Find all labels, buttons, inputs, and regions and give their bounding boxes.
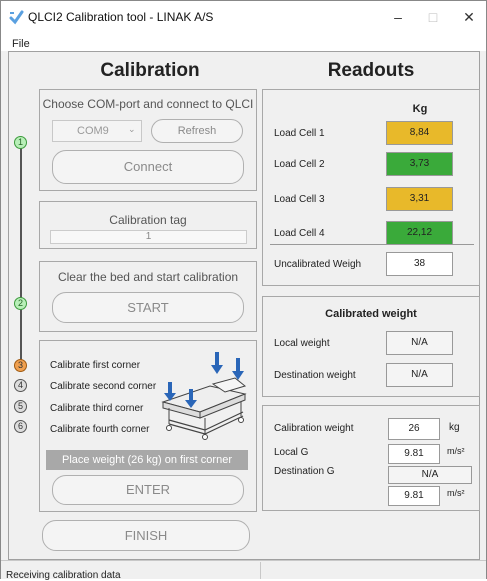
status-text: Receiving calibration data (6, 570, 121, 581)
corner-4-label: Calibrate fourth corner (50, 424, 150, 435)
unit-header: Kg (412, 103, 428, 115)
refresh-button[interactable]: Refresh (151, 119, 243, 143)
load-cell-3-label: Load Cell 3 (274, 194, 325, 205)
finish-button[interactable]: FINISH (42, 520, 250, 551)
step-2-icon: 2 (14, 297, 27, 310)
status-divider (260, 562, 261, 579)
maximize-button[interactable]: □ (422, 6, 444, 28)
readouts-heading: Readouts (327, 60, 415, 81)
minimize-button[interactable]: – (387, 6, 409, 28)
chevron-down-icon: ⌄ (128, 124, 136, 134)
connect-button[interactable]: Connect (52, 150, 244, 184)
step-5-icon: 5 (14, 400, 27, 413)
calibration-weight-input[interactable]: 26 (388, 418, 440, 440)
destination-g-na: N/A (388, 466, 472, 484)
enter-button[interactable]: ENTER (52, 475, 244, 505)
local-g-unit: m/s² (447, 446, 465, 456)
destination-g-label: Destination G (274, 466, 335, 477)
load-cell-1-label: Load Cell 1 (274, 128, 325, 139)
com-port-value: COM9 (77, 125, 109, 137)
start-panel-title: Clear the bed and start calibration (57, 270, 239, 284)
com-port-select[interactable]: COM9 ⌄ (52, 120, 142, 142)
app-icon (9, 10, 24, 25)
local-g-label: Local G (274, 447, 309, 458)
uncalibrated-label: Uncalibrated Weigh (274, 259, 362, 270)
step-4-icon: 4 (14, 379, 27, 392)
load-cell-2-label: Load Cell 2 (274, 159, 325, 170)
load-cell-4-label: Load Cell 4 (274, 228, 325, 239)
destination-g-input[interactable]: 9.81 (388, 486, 440, 506)
destination-weight-label: Destination weight (274, 370, 356, 381)
load-cell-1-value: 8,84 (386, 121, 453, 145)
calibration-weight-label: Calibration weight (274, 423, 354, 434)
tag-input[interactable]: 1 (50, 230, 247, 244)
window-title: QLCI2 Calibration tool - LINAK A/S (28, 10, 214, 24)
corner-1-label: Calibrate first corner (50, 360, 141, 371)
local-weight-value: N/A (386, 331, 453, 355)
calibration-weight-unit: kg (449, 422, 460, 433)
instruction-message: Place weight (26 kg) on first corner (46, 450, 248, 470)
step-line (20, 146, 22, 364)
calibration-heading: Calibration (100, 60, 200, 81)
divider (270, 244, 474, 245)
local-weight-label: Local weight (274, 338, 330, 349)
close-button[interactable]: ✕ (458, 6, 480, 28)
corner-3-label: Calibrate third corner (50, 403, 144, 414)
load-cell-3-value: 3,31 (386, 187, 453, 211)
menu-bar (1, 35, 486, 51)
tag-panel-title: Calibration tag (109, 213, 187, 227)
com-panel-title: Choose COM-port and connect to QLCI (42, 97, 254, 111)
load-cell-4-value: 22,12 (386, 221, 453, 245)
step-1-icon: 1 (14, 136, 27, 149)
uncalibrated-value: 38 (386, 252, 453, 276)
bed-illustration (161, 352, 247, 440)
load-cell-2-value: 3,73 (386, 152, 453, 176)
destination-g-unit: m/s² (447, 488, 465, 498)
destination-weight-value: N/A (386, 363, 453, 387)
calibrated-title: Calibrated weight (325, 308, 417, 320)
step-3-icon: 3 (14, 359, 27, 372)
menu-file[interactable]: File (12, 38, 30, 50)
corner-2-label: Calibrate second corner (50, 381, 157, 392)
local-g-input[interactable]: 9.81 (388, 444, 440, 464)
step-6-icon: 6 (14, 420, 27, 433)
start-button[interactable]: START (52, 292, 244, 323)
